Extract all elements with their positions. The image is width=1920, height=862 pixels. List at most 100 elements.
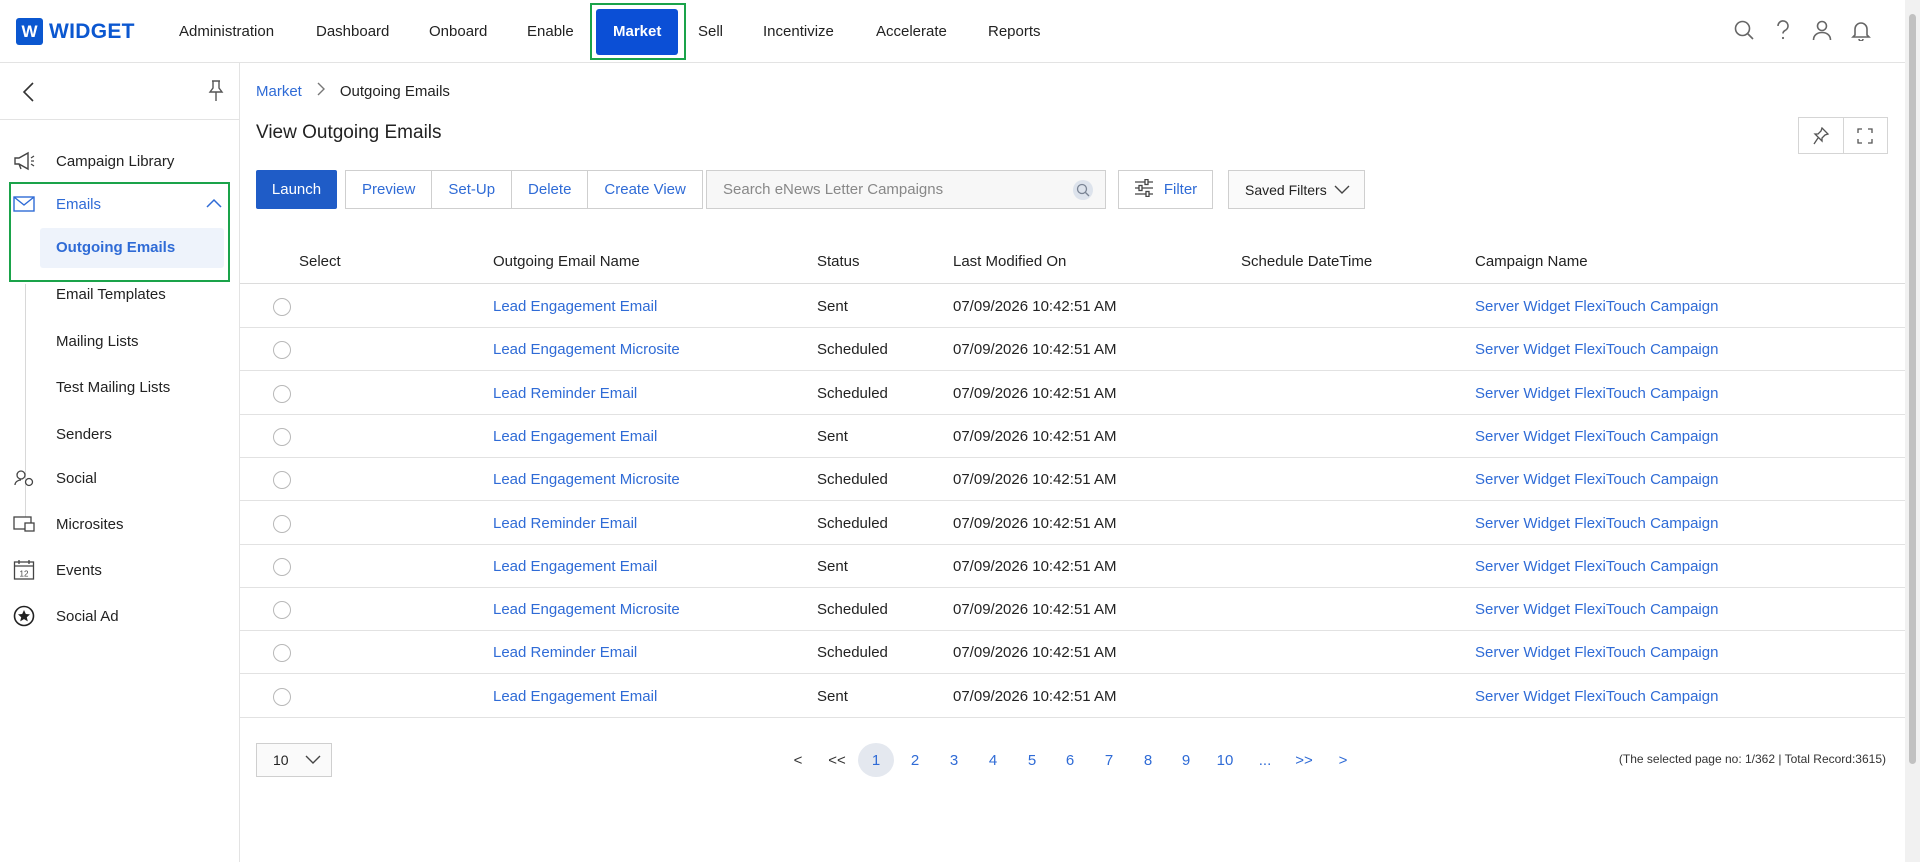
sidebar-item-emails[interactable]: Emails	[0, 185, 239, 223]
email-name-link[interactable]: Lead Reminder Email	[493, 502, 637, 545]
create-view-button[interactable]: Create View	[588, 171, 701, 208]
email-name-link[interactable]: Lead Engagement Email	[493, 545, 657, 588]
pin-icon[interactable]	[206, 79, 228, 103]
nav-sell[interactable]: Sell	[698, 0, 723, 63]
column-header-campaign[interactable]: Campaign Name	[1475, 238, 1588, 284]
vertical-scrollbar[interactable]	[1905, 0, 1920, 862]
sidebar-subitem-test-mailing-lists[interactable]: Test Mailing Lists	[56, 379, 170, 396]
campaign-name-link[interactable]: Server Widget FlexiTouch Campaign	[1475, 415, 1718, 458]
sidebar-subitem-email-templates[interactable]: Email Templates	[56, 286, 166, 303]
pin-icon[interactable]	[1799, 118, 1844, 153]
delete-button[interactable]: Delete	[512, 171, 589, 208]
campaign-name-link[interactable]: Server Widget FlexiTouch Campaign	[1475, 631, 1718, 674]
pagination-nav-button[interactable]: <	[780, 743, 816, 777]
setup-button[interactable]: Set-Up	[432, 171, 513, 208]
pagination-page-button[interactable]: 2	[897, 743, 933, 777]
row-select-radio[interactable]	[273, 427, 291, 446]
email-name-link[interactable]: Lead Engagement Email	[493, 675, 657, 718]
campaign-name-link[interactable]: Server Widget FlexiTouch Campaign	[1475, 285, 1718, 328]
row-select-radio[interactable]	[273, 687, 291, 706]
app-logo[interactable]: W WIDGET	[16, 18, 135, 45]
table-row: Lead Engagement Email Sent 07/09/2026 10:4…	[240, 415, 1905, 458]
campaign-name-link[interactable]: Server Widget FlexiTouch Campaign	[1475, 588, 1718, 631]
sidebar-item-campaign-library[interactable]: Campaign Library	[0, 146, 239, 176]
search-icon[interactable]	[1732, 18, 1756, 42]
launch-button[interactable]: Launch	[256, 170, 337, 209]
email-name-link[interactable]: Lead Engagement Email	[493, 415, 657, 458]
page-size-select[interactable]: 10	[256, 743, 332, 777]
search-input[interactable]: Search eNews Letter Campaigns	[706, 170, 1106, 209]
campaign-name-link[interactable]: Server Widget FlexiTouch Campaign	[1475, 328, 1718, 371]
pagination-page-button[interactable]: 9	[1168, 743, 1204, 777]
preview-button[interactable]: Preview	[346, 171, 433, 208]
breadcrumb-parent-link[interactable]: Market	[256, 83, 302, 100]
row-select-radio[interactable]	[273, 557, 291, 576]
pagination-page-button[interactable]: 1	[858, 743, 894, 777]
nav-incentivize[interactable]: Incentivize	[763, 0, 834, 63]
row-select-radio[interactable]	[273, 298, 291, 316]
fullscreen-icon[interactable]	[1844, 118, 1888, 153]
column-header-last-modified[interactable]: Last Modified On	[953, 238, 1066, 284]
filter-button[interactable]: Filter	[1118, 170, 1213, 209]
table-row: Lead Reminder Email Scheduled 07/09/2026 1…	[240, 502, 1905, 545]
sidebar-item-social[interactable]: Social	[0, 463, 239, 493]
pagination-page-button[interactable]: 7	[1091, 743, 1127, 777]
column-header-name[interactable]: Outgoing Email Name	[493, 238, 640, 284]
campaign-name-link[interactable]: Server Widget FlexiTouch Campaign	[1475, 372, 1718, 415]
sidebar-subitem-mailing-lists[interactable]: Mailing Lists	[56, 333, 139, 350]
column-header-schedule[interactable]: Schedule DateTime	[1241, 238, 1372, 284]
nav-dashboard[interactable]: Dashboard	[316, 0, 389, 63]
pagination-page-button[interactable]: 5	[1014, 743, 1050, 777]
sidebar-subitem-senders[interactable]: Senders	[56, 426, 112, 443]
pagination-page-button[interactable]: 6	[1052, 743, 1088, 777]
sliders-icon	[1134, 178, 1154, 201]
sidebar-subitem-outgoing-emails[interactable]: Outgoing Emails	[56, 239, 175, 256]
saved-filters-dropdown[interactable]: Saved Filters	[1228, 170, 1365, 209]
pagination-nav-button[interactable]: >	[1325, 743, 1361, 777]
email-name-link[interactable]: Lead Reminder Email	[493, 631, 637, 674]
sidebar: Campaign Library Emails Outgoing Emails …	[0, 63, 240, 862]
scrollbar-thumb[interactable]	[1909, 14, 1916, 764]
user-icon[interactable]	[1810, 18, 1834, 42]
sidebar-item-events[interactable]: 12 Events	[0, 555, 239, 585]
pagination-nav-button[interactable]: <<	[819, 743, 855, 777]
bell-icon[interactable]	[1849, 18, 1873, 42]
help-icon[interactable]	[1771, 18, 1795, 42]
pagination-page-button[interactable]: 8	[1130, 743, 1166, 777]
pagination-page-button[interactable]: 3	[936, 743, 972, 777]
row-select-radio[interactable]	[273, 514, 291, 533]
row-select-radio[interactable]	[273, 471, 291, 490]
nav-reports[interactable]: Reports	[988, 0, 1041, 63]
campaign-name-link[interactable]: Server Widget FlexiTouch Campaign	[1475, 675, 1718, 718]
row-select-radio[interactable]	[273, 341, 291, 360]
pagination-page-button[interactable]: 10	[1207, 743, 1243, 777]
email-name-link[interactable]: Lead Reminder Email	[493, 372, 637, 415]
nav-onboard[interactable]: Onboard	[429, 0, 487, 63]
row-select-radio[interactable]	[273, 384, 291, 403]
nav-administration[interactable]: Administration	[179, 0, 274, 63]
nav-enable[interactable]: Enable	[527, 0, 574, 63]
sidebar-item-label: Emails	[56, 195, 102, 213]
chevron-up-icon[interactable]	[206, 196, 222, 213]
back-arrow-icon[interactable]	[18, 81, 40, 103]
table-row: Lead Engagement Microsite Scheduled 07/09/…	[240, 588, 1905, 632]
sidebar-item-label: Social Ad	[56, 607, 119, 625]
chevron-right-icon	[316, 82, 326, 100]
row-select-radio[interactable]	[273, 644, 291, 663]
row-select-radio[interactable]	[273, 601, 291, 620]
email-name-link[interactable]: Lead Engagement Microsite	[493, 328, 680, 371]
email-name-link[interactable]: Lead Engagement Email	[493, 285, 657, 328]
search-icon[interactable]	[1073, 180, 1093, 200]
campaign-name-link[interactable]: Server Widget FlexiTouch Campaign	[1475, 545, 1718, 588]
campaign-name-link[interactable]: Server Widget FlexiTouch Campaign	[1475, 502, 1718, 545]
column-header-status[interactable]: Status	[817, 238, 860, 284]
sidebar-item-social-ad[interactable]: Social Ad	[0, 601, 239, 631]
nav-market[interactable]: Market	[596, 0, 679, 63]
pagination-page-button[interactable]: 4	[975, 743, 1011, 777]
sidebar-item-microsites[interactable]: Microsites	[0, 509, 239, 539]
nav-accelerate[interactable]: Accelerate	[876, 0, 947, 63]
pagination-nav-button[interactable]: >>	[1286, 743, 1322, 777]
email-name-link[interactable]: Lead Engagement Microsite	[493, 588, 680, 631]
email-name-link[interactable]: Lead Engagement Microsite	[493, 458, 680, 501]
campaign-name-link[interactable]: Server Widget FlexiTouch Campaign	[1475, 458, 1718, 501]
